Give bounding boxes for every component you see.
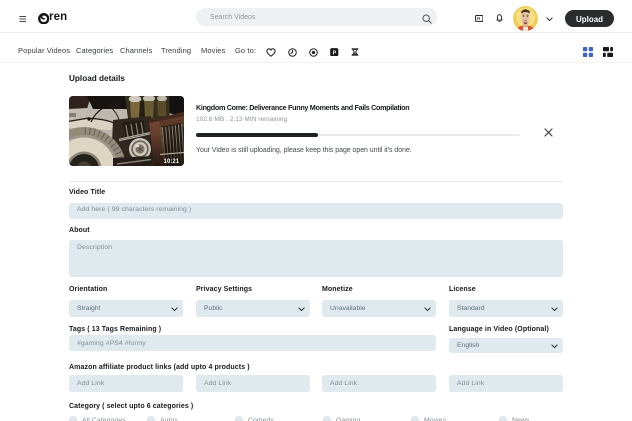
svg-text:P: P [333, 50, 337, 56]
svg-text:10:21: 10:21 [164, 159, 180, 165]
